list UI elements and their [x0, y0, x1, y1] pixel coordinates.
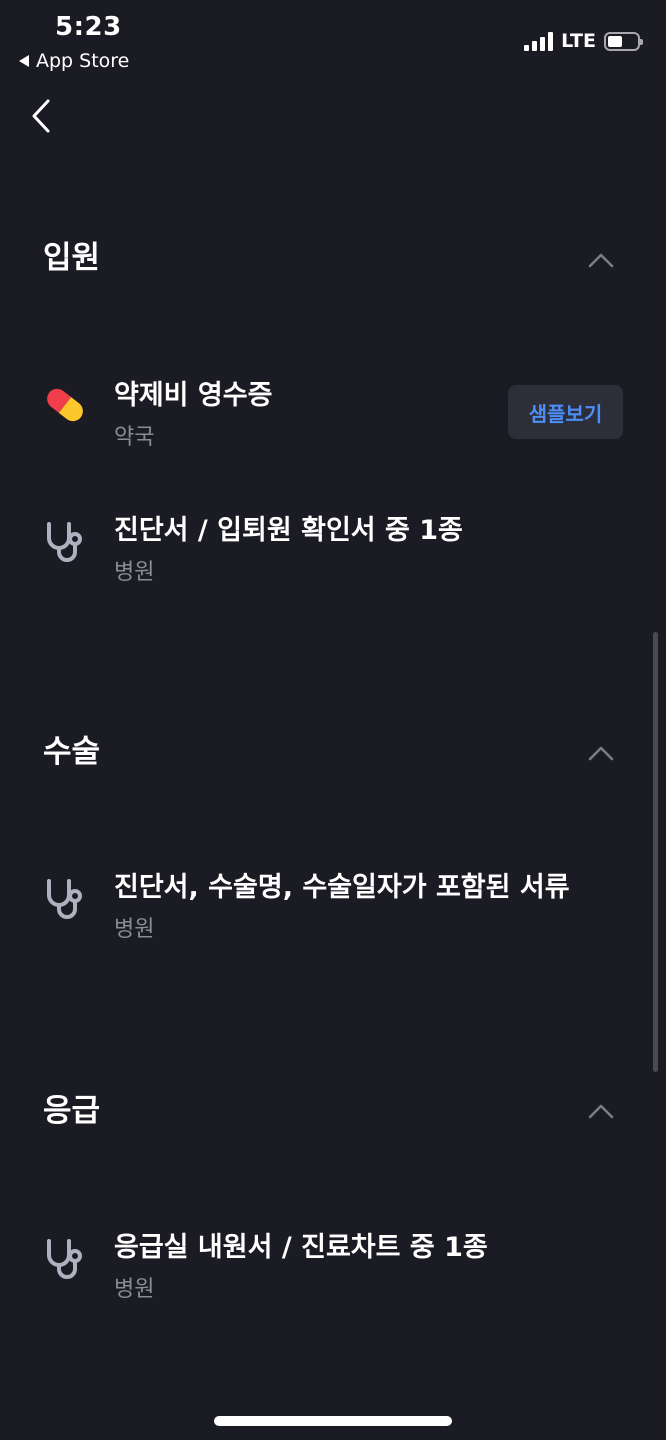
stethoscope-icon [47, 879, 82, 919]
section-title-surgery: 수술 [43, 734, 101, 770]
status-indicators: LTE [524, 30, 643, 52]
list-item-emergency-documents: 응급실 내원서 / 진료차트 중 1종 병원 [43, 1225, 633, 1315]
item-subtitle: 병원 [114, 560, 155, 585]
status-time: 5:23 [55, 12, 122, 42]
battery-icon [604, 31, 643, 51]
scrollbar[interactable] [653, 632, 658, 1072]
pill-icon [47, 388, 83, 422]
status-bar: 5:23 App Store LTE [0, 0, 666, 80]
item-title: 약제비 영수증 [114, 380, 273, 411]
item-title: 응급실 내원서 / 진료차트 중 1종 [114, 1232, 488, 1263]
back-triangle-icon [19, 55, 29, 67]
item-subtitle: 병원 [114, 917, 155, 942]
collapse-chevron-up-icon[interactable] [586, 250, 616, 270]
home-indicator[interactable] [214, 1416, 452, 1426]
stethoscope-icon [47, 522, 82, 562]
back-to-app-store-link[interactable]: App Store [19, 50, 129, 72]
list-item-surgery-documents: 진단서, 수술명, 수술일자가 포함된 서류 병원 [43, 865, 633, 955]
signal-icon [524, 31, 554, 51]
back-app-label: App Store [36, 50, 130, 72]
back-chevron-icon[interactable] [26, 96, 58, 136]
item-subtitle: 병원 [114, 1277, 155, 1302]
item-subtitle: 약국 [114, 425, 155, 450]
item-title: 진단서, 수술명, 수술일자가 포함된 서류 [114, 872, 570, 903]
item-title: 진단서 / 입퇴원 확인서 중 1종 [114, 515, 463, 546]
collapse-chevron-up-icon[interactable] [586, 743, 616, 763]
sample-view-button[interactable]: 샘플보기 [508, 385, 623, 439]
list-item-diagnosis-certificate: 진단서 / 입퇴원 확인서 중 1종 병원 [43, 508, 633, 598]
collapse-chevron-up-icon[interactable] [586, 1101, 616, 1121]
network-label: LTE [561, 30, 596, 52]
section-title-emergency: 응급 [43, 1093, 101, 1129]
section-title-inpatient: 입원 [43, 240, 101, 276]
stethoscope-icon [47, 1239, 82, 1279]
